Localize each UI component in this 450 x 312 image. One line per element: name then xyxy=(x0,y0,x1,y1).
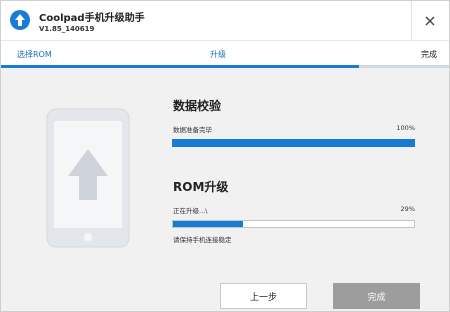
rom-upgrade-progress-bar xyxy=(172,220,415,228)
app-title: Coolpad手机升级助手 xyxy=(39,13,145,24)
data-verify-status: 数据准备完毕 xyxy=(173,126,212,134)
step-upgrade: 升级 xyxy=(210,50,226,59)
data-verify-percent: 100% xyxy=(396,124,415,132)
app-version: V1.85_140619 xyxy=(39,25,95,33)
step-select-rom: 选择ROM xyxy=(17,50,52,59)
rom-upgrade-percent: 29% xyxy=(400,205,415,213)
rom-upgrade-title: ROM升级 xyxy=(173,180,229,194)
done-button[interactable]: 完成 xyxy=(333,283,420,309)
footer: 上一步 完成 xyxy=(1,273,449,311)
phone-upgrade-icon xyxy=(46,108,130,248)
arrow-up-logo-icon xyxy=(10,10,30,30)
close-button[interactable] xyxy=(419,10,441,32)
data-verify-progress-bar xyxy=(172,139,415,147)
close-icon xyxy=(425,16,435,26)
prev-step-button[interactable]: 上一步 xyxy=(220,283,307,309)
rom-upgrade-progress-fill xyxy=(173,221,243,227)
data-verify-progress-fill xyxy=(173,140,414,146)
app-window: Coolpad手机升级助手 V1.85_140619 选择ROM 升级 完成 数… xyxy=(0,0,450,312)
data-verify-title: 数据校验 xyxy=(173,99,222,113)
rom-upgrade-status: 正在升级...\ xyxy=(173,207,208,215)
step-indicator: 选择ROM 升级 完成 xyxy=(1,40,449,68)
connection-notice: 请保持手机连接稳定 xyxy=(173,236,232,244)
step-progress-track xyxy=(1,65,449,68)
titlebar-divider xyxy=(411,1,412,40)
step-progress-fill xyxy=(1,65,360,68)
step-done: 完成 xyxy=(421,50,437,59)
title-bar: Coolpad手机升级助手 V1.85_140619 xyxy=(1,1,449,40)
